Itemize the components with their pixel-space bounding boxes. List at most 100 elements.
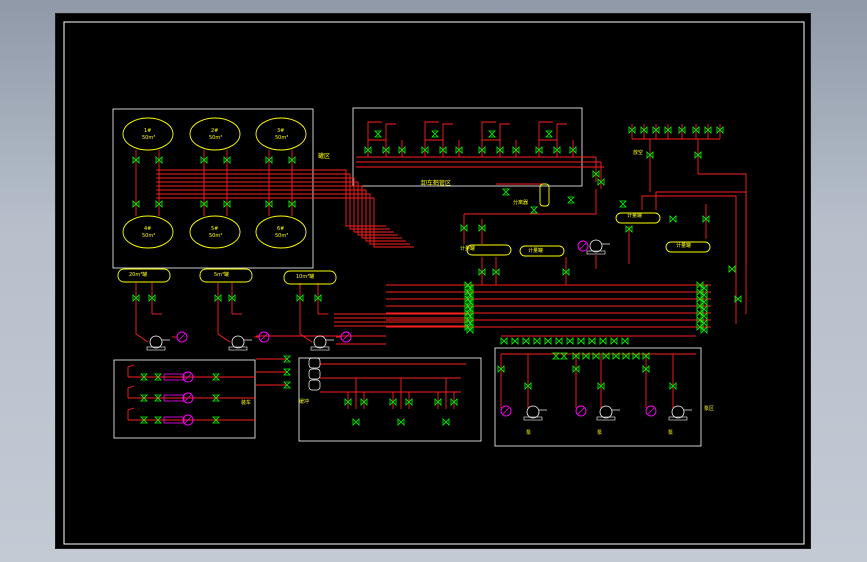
pump-icon [526, 405, 540, 419]
storage-tanks: 1#50m³2#50m³3#50m³4#50m³5#50m³6#50m³ [122, 117, 307, 249]
storage-tank [255, 215, 307, 249]
pump-icon [313, 335, 327, 349]
pump-base [668, 416, 688, 421]
horizontal-tanks [117, 183, 711, 391]
valve-icon [522, 337, 530, 345]
pump-base [310, 346, 330, 351]
tank-label: 3# [277, 128, 284, 134]
process-flow-diagram: 1#50m³2#50m³3#50m³4#50m³5#50m³6#50m³ 罐区 … [63, 21, 805, 545]
small-tank-label-3: 计量罐 [627, 212, 642, 219]
pump-icon [149, 335, 163, 349]
valve-icon [621, 337, 629, 345]
tank-label: 50m³ [209, 135, 222, 141]
valve-icon [502, 188, 510, 196]
valve-icon [577, 337, 585, 345]
pipe-segment [464, 189, 597, 215]
pipe-segment [556, 123, 567, 140]
valve-icon [555, 337, 563, 345]
valve-icon [700, 298, 708, 306]
pipe-segment [698, 173, 747, 264]
tankfarm-annotation: 罐区 [318, 152, 330, 160]
motor-icon [502, 407, 510, 415]
valve-icon [619, 200, 627, 208]
valve-icon [530, 206, 538, 214]
valve-icon [431, 130, 439, 138]
valve-icon [374, 130, 382, 138]
tank-label: 50m³ [142, 233, 155, 239]
htank-label-1: 20m³罐 [129, 271, 147, 278]
valve-icon [545, 130, 553, 138]
tank-label: 5# [211, 226, 218, 232]
pump-base [596, 416, 616, 421]
valve-icon [544, 337, 552, 345]
valve-icon [466, 326, 474, 334]
pipe-segment [499, 123, 510, 140]
valve-icon [700, 305, 708, 313]
small-tank-label-4: 计量罐 [676, 242, 691, 249]
pump-icon [589, 239, 603, 253]
tank-label: 50m³ [209, 233, 222, 239]
motor-icon [647, 407, 655, 415]
tank-label: 50m³ [142, 135, 155, 141]
storage-tank [189, 117, 241, 151]
pipe-segment [135, 333, 149, 343]
filter-box [308, 379, 321, 391]
valve-icon [442, 418, 450, 426]
valve-icon [700, 326, 708, 334]
pump-base [146, 346, 166, 351]
pump-label-1: 泵 [526, 430, 531, 436]
htank-label-2: 5m³罐 [214, 271, 229, 278]
storage-tank [122, 215, 174, 249]
motor-icon [178, 333, 186, 341]
pipe-segment [641, 195, 737, 324]
tank-label: 50m³ [275, 233, 288, 239]
pipe-segment [343, 193, 410, 245]
pump-icon [599, 405, 613, 419]
pump-base [586, 250, 606, 255]
motor-icon [342, 333, 350, 341]
manifold-label: 卸车鹤管区 [421, 179, 451, 187]
manifold-boundary [352, 107, 583, 187]
small-tank-label-1: 计量罐 [460, 245, 475, 252]
loading-boundary [113, 359, 256, 439]
pipe-segment [127, 407, 135, 420]
pipe-network [127, 121, 747, 421]
filter-box [308, 368, 321, 380]
tank-label: 4# [144, 226, 151, 232]
valve-icon [566, 337, 574, 345]
small-tank-label-2: 计量罐 [528, 247, 543, 254]
htank-label-3: 10m³罐 [296, 273, 314, 280]
pump-area-annotation: 泵区 [704, 406, 714, 412]
pump-icon [231, 335, 245, 349]
pipe-segment [442, 123, 453, 140]
valve-icon [500, 337, 508, 345]
valve-icon [397, 418, 405, 426]
pump-base [228, 346, 248, 351]
motor-icon [577, 407, 585, 415]
loading-annotation: 装车 [241, 399, 251, 406]
tank-label: 2# [211, 128, 218, 134]
valve-icon [610, 337, 618, 345]
separator-vessel [539, 183, 550, 207]
valve-icon [511, 337, 519, 345]
pipe-segment [127, 364, 135, 377]
valve-icon [588, 337, 596, 345]
inner-frame [63, 21, 805, 545]
buffer-annotation: 缓冲 [299, 398, 309, 405]
valve-icon [352, 418, 360, 426]
storage-tank [189, 215, 241, 249]
tank-label: 1# [144, 128, 151, 134]
pump-label-3: 泵 [668, 430, 673, 436]
pump-label-2: 泵 [597, 430, 602, 436]
valve-icon [728, 265, 736, 273]
valve-icon [533, 337, 541, 345]
valve-icon [700, 312, 708, 320]
valve-icon [599, 337, 607, 345]
motor-icon [260, 333, 268, 341]
valve-icon [567, 196, 575, 204]
vent-annotation: 放空 [633, 149, 643, 156]
valve-icon [669, 215, 677, 223]
tank-label: 6# [277, 226, 284, 232]
filter-box [308, 357, 321, 369]
pump-icon [671, 405, 685, 419]
